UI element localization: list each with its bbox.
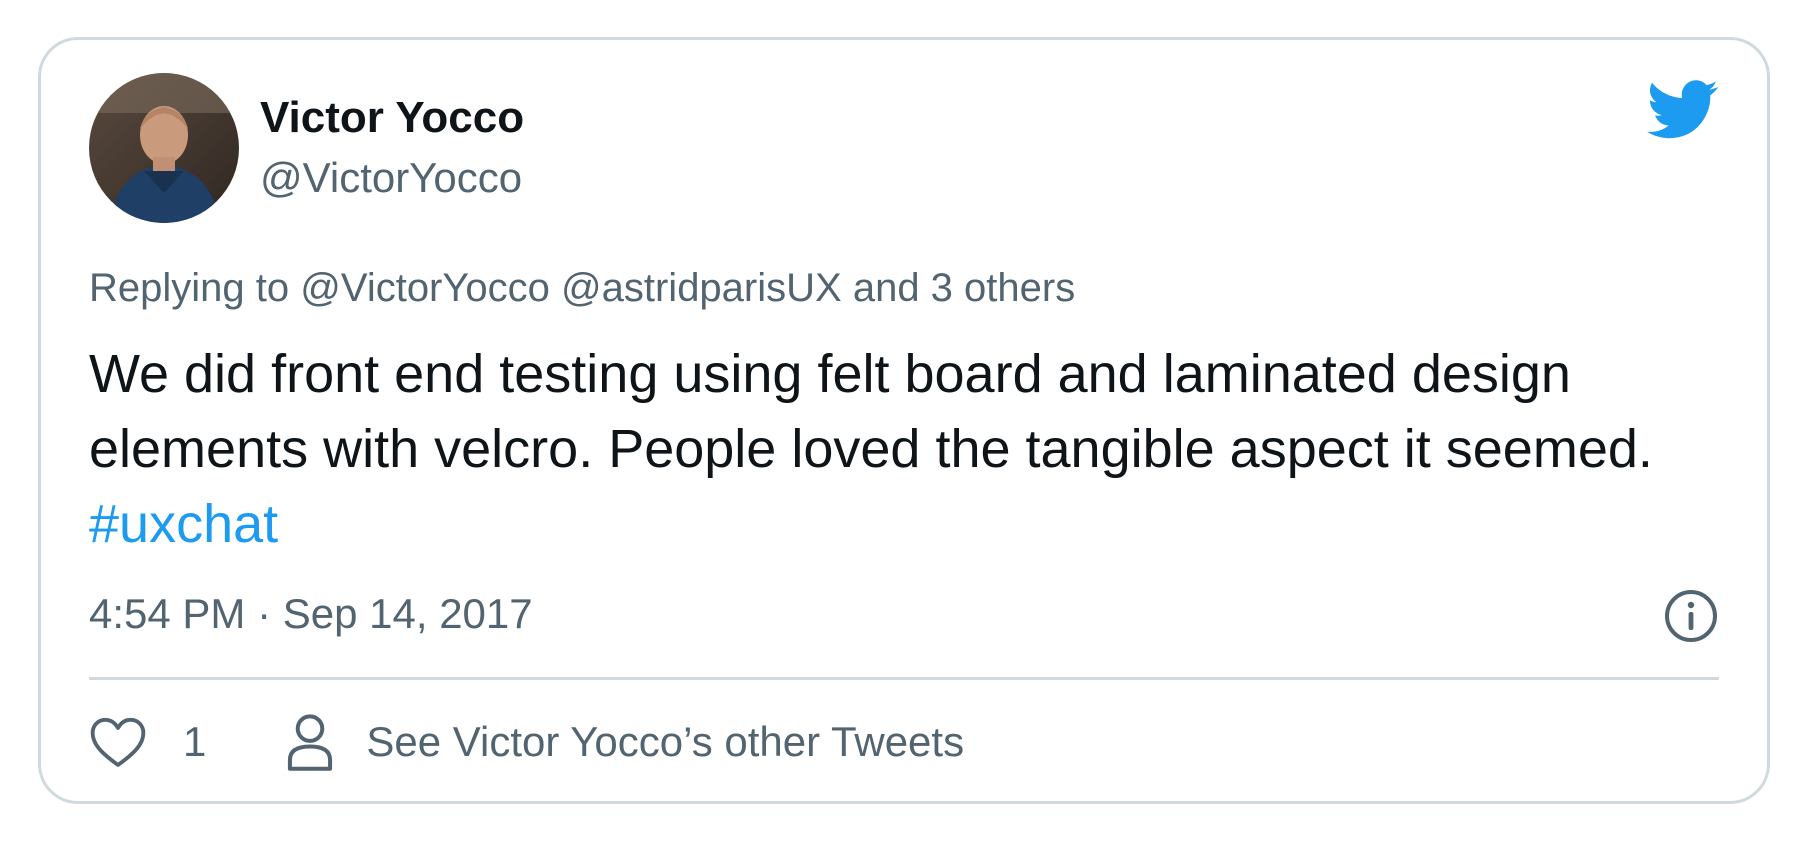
reply-context: Replying to @VictorYocco @astridparisUX … <box>89 268 1075 308</box>
heart-icon <box>90 717 146 767</box>
divider <box>89 677 1719 680</box>
twitter-bird-icon[interactable] <box>1647 80 1719 140</box>
reply-prefix: Replying to <box>89 266 290 310</box>
tweet-text: We did front end testing using felt boar… <box>89 337 1729 562</box>
person-icon <box>288 714 333 771</box>
avatar[interactable] <box>89 73 239 223</box>
reply-others[interactable]: and 3 others <box>853 266 1075 310</box>
author-name[interactable]: Victor Yocco <box>260 96 524 140</box>
info-icon[interactable] <box>1663 588 1719 644</box>
like-count: 1 <box>183 718 207 765</box>
like-button[interactable]: 1 <box>89 715 206 769</box>
hashtag-link[interactable]: #uxchat <box>89 494 278 554</box>
reply-mention[interactable]: @VictorYocco <box>300 266 550 310</box>
see-other-tweets-link[interactable]: See Victor Yocco’s other Tweets <box>284 713 964 771</box>
tweet-card[interactable]: Victor Yocco @VictorYocco Replying to @V… <box>38 37 1770 804</box>
tweet-body: We did front end testing using felt boar… <box>89 344 1653 479</box>
tweet-timestamp[interactable]: 4:54 PM · Sep 14, 2017 <box>89 593 533 635</box>
author-handle[interactable]: @VictorYocco <box>260 157 522 199</box>
see-other-tweets-label: See Victor Yocco’s other Tweets <box>366 718 965 765</box>
reply-mention[interactable]: @astridparisUX <box>561 266 842 310</box>
tweet-actions: 1 See Victor Yocco’s other Tweets <box>89 712 964 772</box>
